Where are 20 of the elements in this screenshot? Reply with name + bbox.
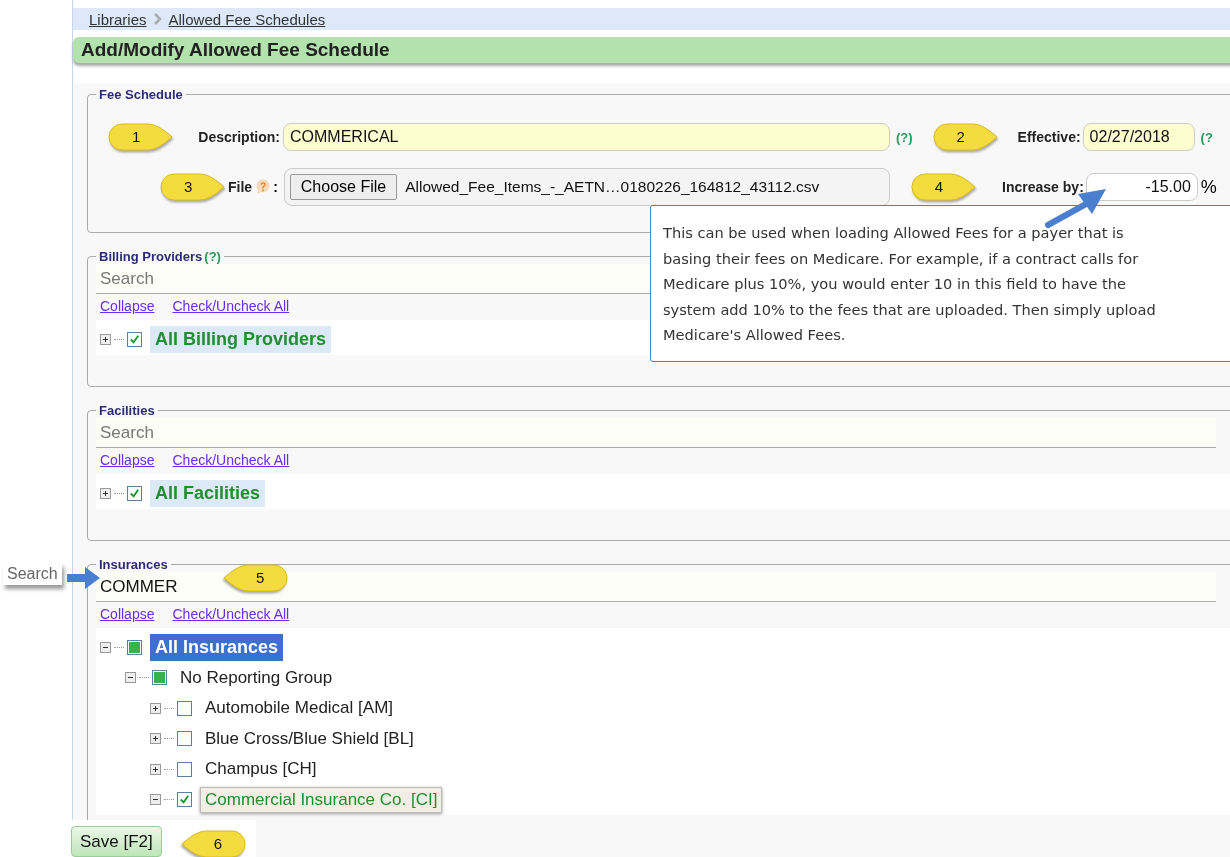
callout-marker: 4	[910, 173, 977, 201]
legend: Insurances	[99, 557, 168, 572]
legend: Fee Schedule	[96, 87, 186, 102]
legend: Facilities	[99, 403, 155, 418]
legend: Billing Providers	[99, 249, 203, 264]
field-label: Description:	[197, 129, 281, 145]
field-label: File	[228, 179, 253, 195]
callout-marker: 2	[932, 123, 999, 151]
tooltip: This can be used when loading Allowed Fees for a payer that is basing their fees on Medicare. For example, if a contract calls for Medicare plus 10%, you would enter 10 in this field to have the system add 10% to the fees that are uploaded. Then simply upload Medicare's Allowed Fees.	[650, 205, 1230, 362]
callout-marker: 5	[222, 564, 288, 592]
field-label: Effective:	[1016, 129, 1082, 145]
callout-marker: 1	[108, 123, 174, 151]
field-label: Increase by:	[1001, 179, 1085, 195]
percent-sign: %	[1200, 176, 1217, 198]
page-title: Add/Modify Allowed Fee Schedule	[73, 37, 1230, 63]
colon-text: :	[273, 179, 278, 195]
file-name: Allowed_Fee_Items_-_AETN…0180226_164812_43112.csv	[405, 178, 820, 196]
callout-marker: 6	[179, 830, 246, 857]
search-annotation: Search	[3, 563, 62, 585]
callout-marker: 3	[160, 173, 226, 201]
